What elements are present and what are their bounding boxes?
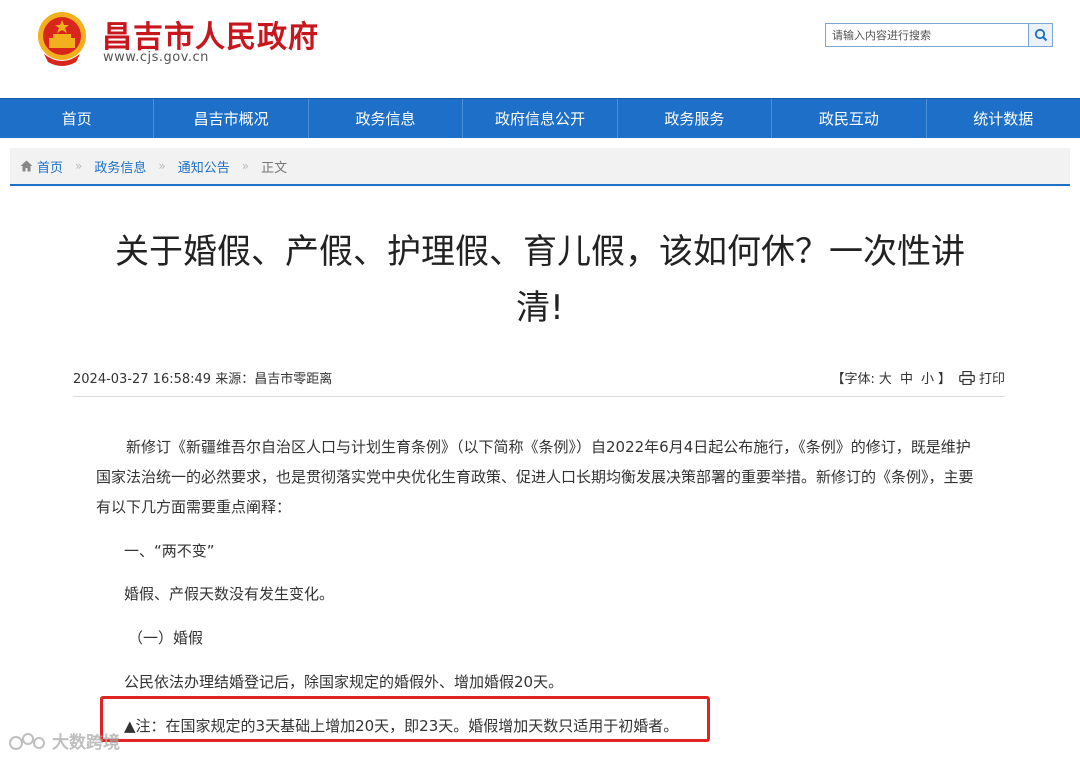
breadcrumb-current: 正文 (261, 160, 288, 176)
breadcrumb: 首页 » 政务信息 » 通知公告 » 正文 (10, 148, 1070, 186)
article-title-line1: 关于婚假、产假、护理假、育儿假，该如何休？一次性讲 (115, 232, 965, 272)
site-url: www.cjs.gov.cn (103, 50, 209, 65)
article-title-line2: 清! (516, 288, 564, 328)
breadcrumb-separator: » (241, 159, 250, 173)
paragraph-marriage-leave-heading: （一）婚假 (128, 629, 204, 647)
nav-item-overview[interactable]: 昌吉市概况 (154, 99, 309, 138)
font-size-small-button[interactable]: 小 (921, 368, 934, 387)
article-info: 2024-03-27 16:58:49 来源：昌吉市零距离 (73, 368, 332, 387)
print-label: 打印 (978, 372, 1005, 387)
nav-item-interaction[interactable]: 政民互动 (772, 99, 927, 138)
breadcrumb-government-info[interactable]: 政务信息 (94, 157, 146, 176)
highlight-annotation-box (100, 696, 710, 742)
article-body: 新修订《新疆维吾尔自治区人口与计划生育条例》（以下简称《条例》）自2022年6月… (96, 432, 976, 735)
home-icon (20, 160, 33, 172)
search-icon (1034, 28, 1047, 42)
paragraph-marriage-leave: 公民依法办理结婚登记后，除国家规定的婚假外、增加婚假20天。 (124, 673, 564, 691)
search-button[interactable] (1028, 24, 1052, 46)
paragraph-section-heading: 一、“两不变” (124, 542, 215, 560)
font-size-label-close: 】 (937, 372, 951, 387)
printer-icon (959, 370, 975, 385)
search-input[interactable] (826, 24, 1028, 46)
main-nav: 首页 昌吉市概况 政务信息 政府信息公开 政务服务 政民互动 统计数据 (0, 98, 1080, 138)
watermark-text: 大数跨境 (52, 733, 120, 753)
source-label: 来源： (215, 372, 255, 387)
article-tools: 【字体: 大 中 小 】 打印 (832, 368, 1005, 387)
breadcrumb-separator: » (75, 159, 83, 173)
nav-item-government-info[interactable]: 政务信息 (309, 99, 464, 138)
breadcrumb-notices[interactable]: 通知公告 (178, 157, 230, 176)
font-size-large-button[interactable]: 大 (879, 368, 892, 387)
national-emblem-icon (36, 10, 88, 66)
breadcrumb-home[interactable]: 首页 (37, 157, 63, 176)
nav-item-statistics[interactable]: 统计数据 (927, 99, 1080, 138)
source-name: 昌吉市零距离 (254, 372, 333, 387)
nav-item-home[interactable]: 首页 (0, 99, 155, 138)
watermark: 大数跨境 (8, 728, 120, 753)
print-button[interactable]: 打印 (959, 368, 1005, 387)
page: 昌吉市人民政府 www.cjs.gov.cn 首页 昌吉市概况 政务信息 政府信… (0, 0, 1080, 763)
paragraph-no-change: 婚假、产假天数没有发生变化。 (124, 585, 335, 603)
article-meta: 2024-03-27 16:58:49 来源：昌吉市零距离 【字体: 大 中 小… (73, 366, 1005, 397)
paragraph-intro: 新修订《新疆维吾尔自治区人口与计划生育条例》（以下简称《条例》）自2022年6月… (96, 438, 974, 516)
publish-datetime: 2024-03-27 16:58:49 (73, 372, 212, 387)
breadcrumb-separator: » (158, 159, 166, 173)
font-size-medium-button[interactable]: 中 (900, 368, 913, 387)
search-box (825, 23, 1053, 47)
nav-item-info-disclosure[interactable]: 政府信息公开 (463, 99, 618, 138)
article-title: 关于婚假、产假、护理假、育儿假，该如何休？一次性讲 清! (60, 224, 1020, 336)
nav-item-services[interactable]: 政务服务 (618, 99, 773, 138)
site-header: 昌吉市人民政府 www.cjs.gov.cn (0, 0, 1080, 98)
watermark-logo-icon (8, 730, 48, 752)
font-size-label-open: 【字体: (831, 372, 875, 387)
